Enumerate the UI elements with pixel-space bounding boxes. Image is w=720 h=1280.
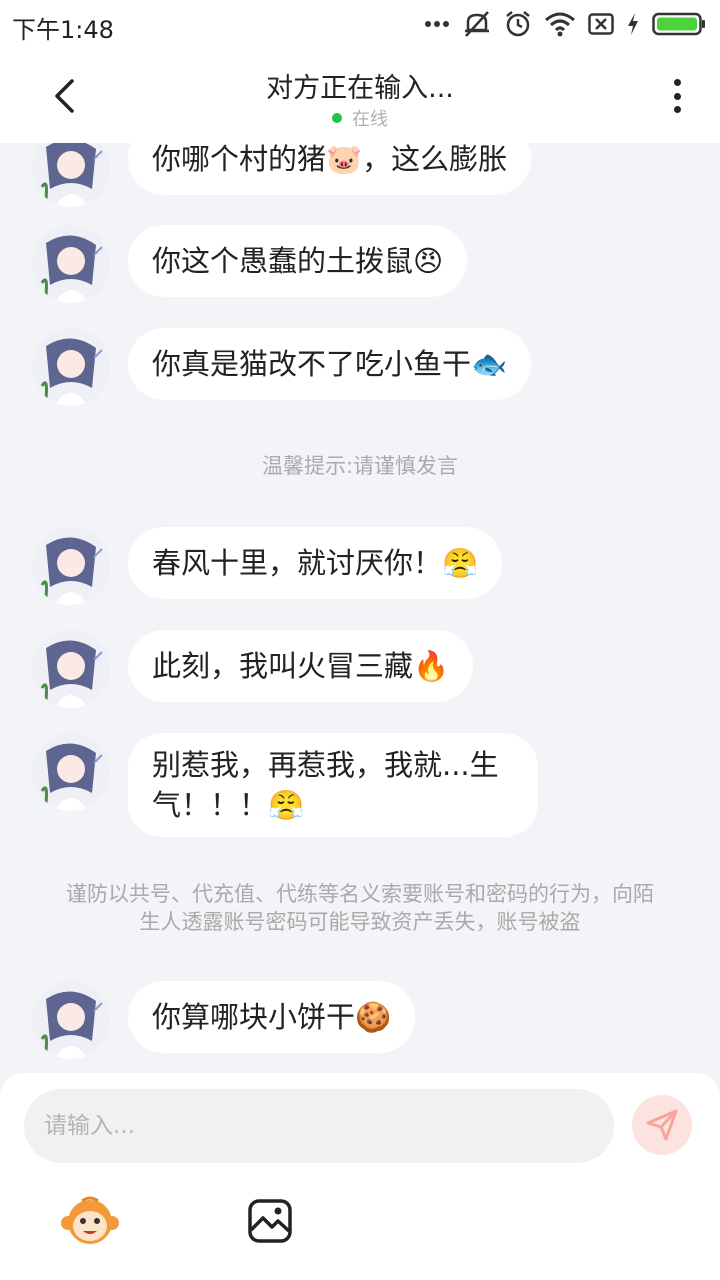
avatar[interactable] <box>32 981 110 1059</box>
chat-header: 对方正在输入... 在线 <box>0 50 720 143</box>
monkey-emoji-icon <box>61 1196 119 1244</box>
send-button[interactable] <box>632 1095 692 1155</box>
alarm-icon <box>506 11 530 37</box>
image-button[interactable] <box>238 1189 302 1253</box>
status-bar: 下午1:48 <box>0 0 720 50</box>
avatar[interactable] <box>32 328 110 406</box>
message-input[interactable] <box>24 1089 614 1163</box>
message-bubble[interactable]: 你这个愚蠢的土拨鼠😠 <box>128 225 468 297</box>
avatar[interactable] <box>32 143 110 207</box>
avatar[interactable] <box>32 527 110 605</box>
avatar[interactable] <box>32 630 110 708</box>
mute-icon <box>465 11 489 37</box>
message-bubble[interactable]: 此刻，我叫火冒三藏🔥 <box>128 630 474 702</box>
image-icon <box>248 1199 292 1243</box>
online-dot <box>332 113 342 123</box>
message-bubble[interactable]: 春风十里，就讨厌你！😤 <box>128 527 503 599</box>
security-tip: 谨防以共号、代充值、代练等名义索要账号和密码的行为，向陌生人透露账号密码可能导致… <box>66 882 654 934</box>
message-bubble[interactable]: 你哪个村的猪🐷，这么膨胀 <box>128 143 532 195</box>
online-label: 在线 <box>352 109 388 130</box>
avatar[interactable] <box>32 733 110 811</box>
battery-icon <box>652 12 705 36</box>
message-bubble[interactable]: 你算哪块小饼干🍪 <box>128 981 416 1053</box>
wifi-icon <box>545 12 575 37</box>
chat-title: 对方正在输入... <box>266 73 454 104</box>
status-icons <box>424 10 706 38</box>
no-sim-icon <box>588 13 614 35</box>
emoji-button[interactable] <box>58 1189 122 1253</box>
message-list[interactable]: 你哪个村的猪🐷，这么膨胀 你这个愚蠢的土拨鼠😠 你真是猫改不了吃小鱼干🐟 温馨提… <box>0 143 720 1073</box>
message-bubble[interactable]: 你真是猫改不了吃小鱼干🐟 <box>128 328 532 400</box>
charging-icon <box>628 13 638 35</box>
message-bubble[interactable]: 别惹我，再惹我，我就...生气！！！😤 <box>128 733 538 837</box>
more-options-button[interactable] <box>662 76 692 116</box>
status-time: 下午1:48 <box>12 16 114 44</box>
caution-tip: 温馨提示:请谨慎发言 <box>261 454 459 478</box>
send-icon <box>646 1109 678 1141</box>
avatar[interactable] <box>32 225 110 303</box>
more-dots-icon <box>425 21 449 27</box>
online-status: 在线 <box>0 105 720 131</box>
composer-panel <box>0 1073 720 1280</box>
